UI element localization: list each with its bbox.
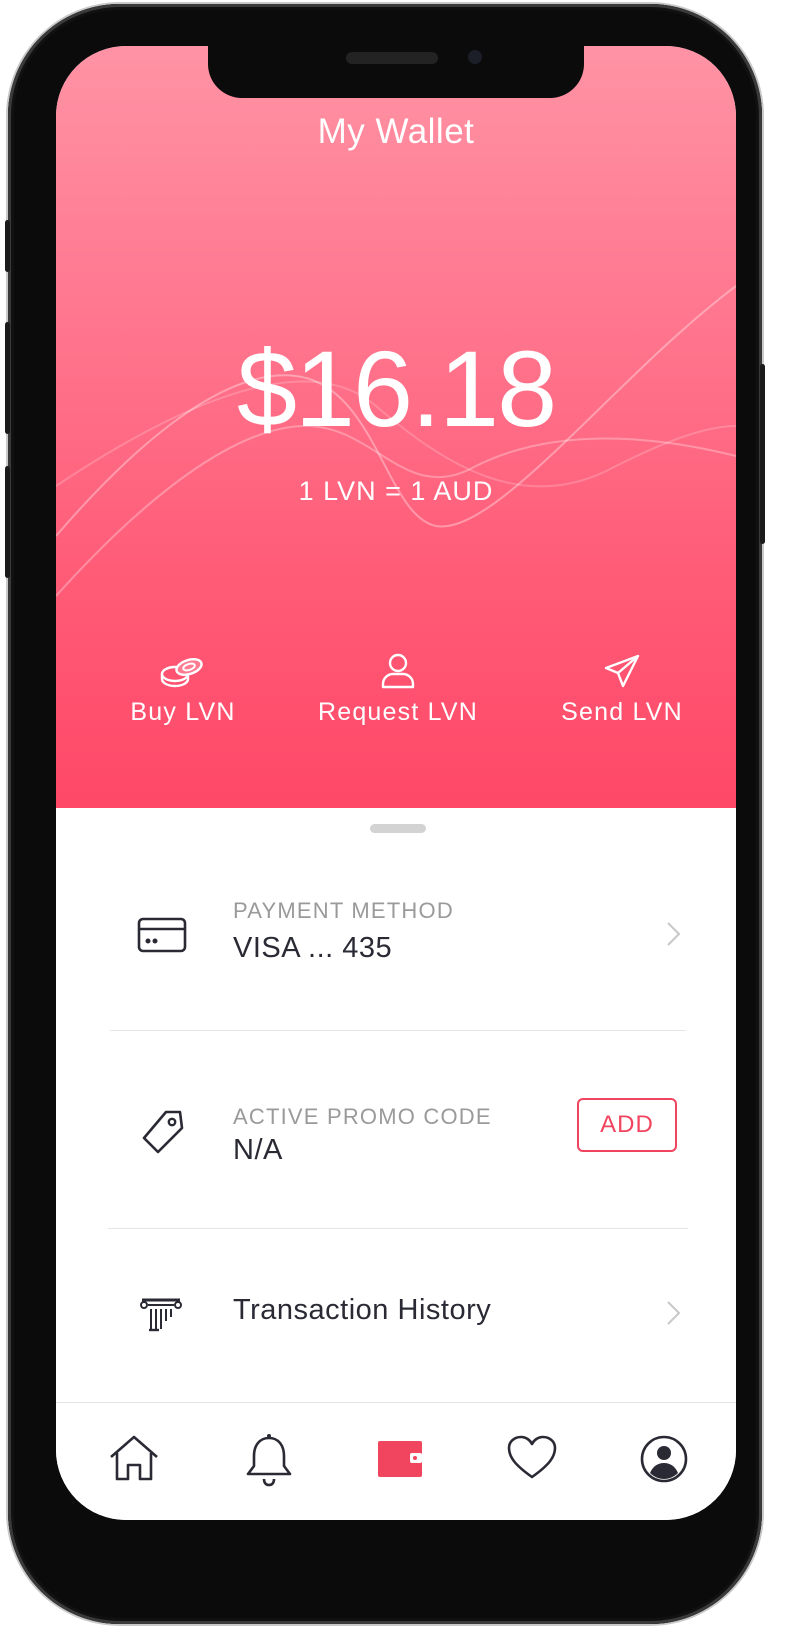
- transaction-history-row[interactable]: Transaction History: [56, 1266, 736, 1356]
- app-screen: My Wallet $16.18 1 LVN = 1 AUD Buy LVN R…: [56, 46, 736, 1520]
- promo-code-value: N/A: [233, 1134, 283, 1166]
- promo-code-label: ACTIVE PROMO CODE: [233, 1104, 492, 1129]
- chevron-right-icon: [667, 922, 681, 946]
- volume-up-button: [5, 322, 10, 434]
- bell-icon: [246, 1434, 292, 1487]
- wallet-icon: [378, 1441, 422, 1477]
- volume-down-button: [5, 466, 10, 578]
- paper-plane-icon: [604, 654, 640, 688]
- divider: [108, 1228, 688, 1229]
- phone-frame: My Wallet $16.18 1 LVN = 1 AUD Buy LVN R…: [5, 4, 765, 1624]
- chevron-right-icon: [667, 1301, 681, 1325]
- send-lvn-label: Send LVN: [561, 698, 683, 726]
- power-button: [760, 364, 765, 544]
- tab-profile[interactable]: [634, 1433, 694, 1493]
- wallet-header: My Wallet $16.18 1 LVN = 1 AUD Buy LVN R…: [56, 46, 736, 808]
- device-notch: [208, 46, 584, 98]
- coins-icon: [160, 658, 203, 688]
- person-icon: [381, 653, 415, 689]
- drag-handle[interactable]: [370, 824, 426, 833]
- page-title: My Wallet: [317, 112, 475, 151]
- request-lvn-button[interactable]: Request LVN: [278, 652, 518, 727]
- tab-notifications[interactable]: [239, 1433, 299, 1493]
- speaker-grille: [346, 52, 438, 64]
- wallet-balance: $16.18: [236, 328, 557, 449]
- buy-lvn-button[interactable]: Buy LVN: [63, 652, 303, 727]
- tab-wallet[interactable]: [370, 1433, 430, 1493]
- bank-pillar-icon: [140, 1298, 182, 1332]
- front-camera: [468, 50, 482, 64]
- exchange-rate: 1 LVN = 1 AUD: [298, 476, 494, 506]
- request-lvn-label: Request LVN: [317, 698, 479, 726]
- transaction-history-label: Transaction History: [233, 1294, 492, 1326]
- credit-card-icon: [137, 917, 187, 953]
- add-promo-button[interactable]: ADD: [577, 1098, 677, 1152]
- profile-icon: [640, 1435, 688, 1483]
- payment-method-row[interactable]: PAYMENT METHOD VISA ... 435: [56, 876, 736, 1026]
- tab-favorites[interactable]: [502, 1433, 562, 1493]
- tab-home[interactable]: [104, 1433, 164, 1493]
- buy-lvn-label: Buy LVN: [130, 698, 236, 726]
- payment-method-value: VISA ... 435: [233, 932, 393, 964]
- home-icon: [110, 1435, 158, 1481]
- bottom-tab-bar: [56, 1402, 736, 1520]
- send-lvn-button[interactable]: Send LVN: [502, 652, 736, 727]
- heart-icon: [507, 1435, 557, 1479]
- mute-switch: [5, 220, 10, 272]
- payment-method-label: PAYMENT METHOD: [233, 898, 454, 923]
- tag-icon: [142, 1110, 184, 1154]
- divider: [110, 1030, 686, 1031]
